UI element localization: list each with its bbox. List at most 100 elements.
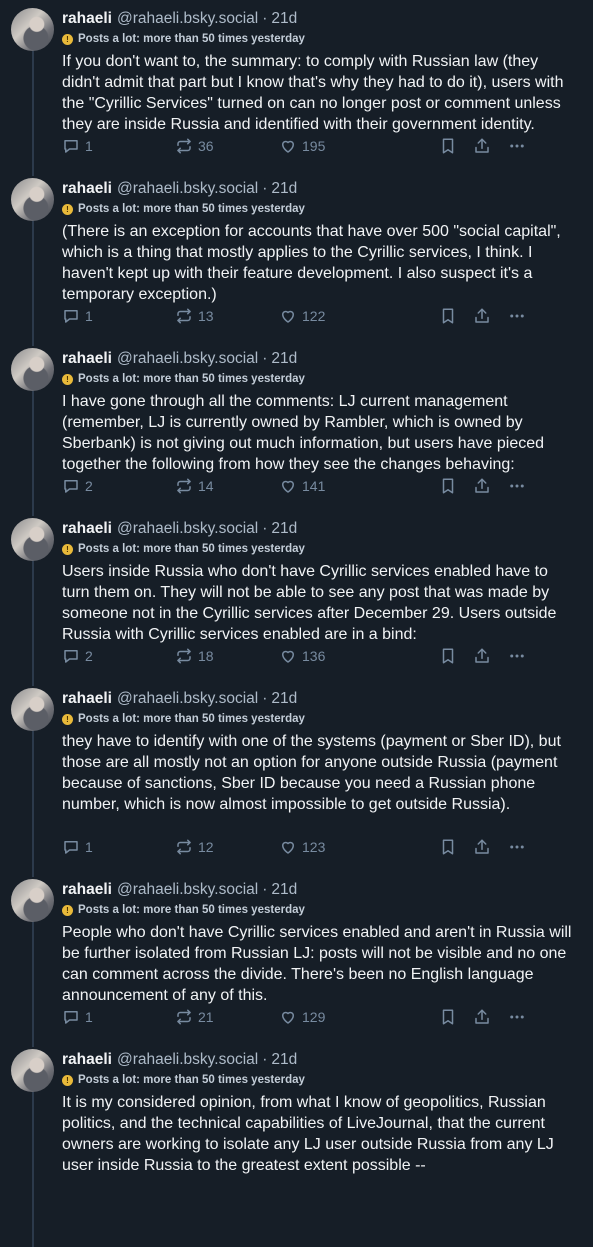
bookmark-button[interactable] (439, 137, 473, 155)
post-text: If you don't want to, the summary: to co… (62, 53, 564, 133)
like-button[interactable]: 123 (279, 838, 439, 856)
author-handle[interactable]: @rahaeli.bsky.social (117, 690, 258, 708)
separator-dot: · (262, 180, 268, 197)
thread-line (32, 728, 34, 877)
reply-button[interactable]: 2 (62, 477, 175, 495)
repost-button[interactable]: 14 (175, 477, 279, 495)
activity-badge-label: Posts a lot: more than 50 times yesterda… (78, 373, 305, 385)
author-name[interactable]: rahaeli (62, 881, 112, 899)
avatar[interactable] (11, 879, 54, 922)
separator-dot: · (262, 881, 268, 898)
post-age[interactable]: 21d (271, 1051, 297, 1069)
post-age[interactable]: 21d (271, 690, 297, 708)
thread-line (32, 1089, 34, 1247)
author-handle[interactable]: @rahaeli.bsky.social (117, 1051, 258, 1069)
thread-post[interactable]: rahaeli @rahaeli.bsky.social · 21d ! Pos… (0, 510, 593, 686)
post-age[interactable]: 21d (271, 520, 297, 538)
author-name[interactable]: rahaeli (62, 520, 112, 538)
more-options-button[interactable] (507, 1008, 527, 1026)
post-header: rahaeli @rahaeli.bsky.social · 21d (62, 1051, 577, 1073)
thread-post[interactable]: rahaeli @rahaeli.bsky.social · 21d ! Pos… (0, 340, 593, 516)
post-text: It is my considered opinion, from what I… (62, 1094, 554, 1174)
author-handle[interactable]: @rahaeli.bsky.social (117, 881, 258, 899)
like-count: 136 (302, 648, 326, 664)
like-button[interactable]: 122 (279, 307, 439, 325)
warning-icon: ! (62, 203, 73, 215)
avatar[interactable] (11, 1049, 54, 1092)
reply-button[interactable]: 2 (62, 647, 175, 665)
share-button[interactable] (473, 1008, 507, 1026)
share-button[interactable] (473, 838, 507, 856)
bookmark-button[interactable] (439, 307, 473, 325)
more-options-button[interactable] (507, 137, 527, 155)
author-name[interactable]: rahaeli (62, 350, 112, 368)
more-options-button[interactable] (507, 838, 527, 856)
bookmark-button[interactable] (439, 647, 473, 665)
avatar[interactable] (11, 178, 54, 221)
like-button[interactable]: 129 (279, 1008, 439, 1026)
repost-button[interactable]: 12 (175, 838, 279, 856)
post-age[interactable]: 21d (271, 180, 297, 198)
bookmark-button[interactable] (439, 838, 473, 856)
heart-icon (282, 1011, 294, 1024)
separator-dot: · (262, 350, 268, 367)
separator-dot: · (262, 690, 268, 707)
avatar[interactable] (11, 8, 54, 51)
avatar[interactable] (11, 348, 54, 391)
share-icon (475, 478, 489, 493)
thread-post[interactable]: rahaeli @rahaeli.bsky.social · 21d ! Pos… (0, 871, 593, 1047)
post-age[interactable]: 21d (271, 10, 297, 28)
avatar[interactable] (11, 518, 54, 561)
bookmark-icon (442, 138, 454, 154)
repost-button[interactable]: 13 (175, 307, 279, 325)
post-age[interactable]: 21d (271, 350, 297, 368)
author-handle[interactable]: @rahaeli.bsky.social (117, 180, 258, 198)
bookmark-button[interactable] (439, 477, 473, 495)
repost-button[interactable]: 18 (175, 647, 279, 665)
author-name[interactable]: rahaeli (62, 690, 112, 708)
ellipsis-icon (510, 1015, 524, 1019)
share-button[interactable] (473, 477, 507, 495)
avatar[interactable] (11, 688, 54, 731)
bookmark-icon (442, 478, 454, 494)
share-button[interactable] (473, 137, 507, 155)
author-handle[interactable]: @rahaeli.bsky.social (117, 520, 258, 538)
bookmark-button[interactable] (439, 1008, 473, 1026)
post-age[interactable]: 21d (271, 881, 297, 899)
share-button[interactable] (473, 647, 507, 665)
like-button[interactable]: 195 (279, 137, 439, 155)
heart-icon (282, 140, 294, 153)
repost-icon (177, 308, 191, 324)
repost-button[interactable]: 36 (175, 137, 279, 155)
author-handle[interactable]: @rahaeli.bsky.social (117, 10, 258, 28)
like-button[interactable]: 141 (279, 477, 439, 495)
author-handle[interactable]: @rahaeli.bsky.social (117, 350, 258, 368)
thread-post[interactable]: rahaeli @rahaeli.bsky.social · 21d ! Pos… (0, 0, 593, 176)
thread-post[interactable]: rahaeli @rahaeli.bsky.social · 21d ! Pos… (0, 680, 593, 877)
repost-count: 36 (198, 138, 214, 154)
author-name[interactable]: rahaeli (62, 1051, 112, 1069)
more-options-button[interactable] (507, 307, 527, 325)
reply-button[interactable]: 1 (62, 838, 175, 856)
repost-count: 21 (198, 1009, 214, 1025)
repost-count: 14 (198, 478, 214, 494)
like-button[interactable]: 136 (279, 647, 439, 665)
activity-badge: ! Posts a lot: more than 50 times yester… (62, 1072, 577, 1088)
thread-post[interactable]: rahaeli @rahaeli.bsky.social · 21d ! Pos… (0, 170, 593, 346)
reply-button[interactable]: 1 (62, 137, 175, 155)
more-options-button[interactable] (507, 647, 527, 665)
like-count: 195 (302, 138, 326, 154)
thread-post[interactable]: rahaeli @rahaeli.bsky.social · 21d ! Pos… (0, 1041, 593, 1247)
share-button[interactable] (473, 307, 507, 325)
more-options-button[interactable] (507, 477, 527, 495)
activity-badge: ! Posts a lot: more than 50 times yester… (62, 201, 577, 217)
post-header: rahaeli @rahaeli.bsky.social · 21d (62, 180, 577, 202)
post-text: Users inside Russia who don't have Cyril… (62, 563, 557, 643)
author-name[interactable]: rahaeli (62, 180, 112, 198)
repost-icon (177, 839, 191, 855)
reply-button[interactable]: 1 (62, 307, 175, 325)
reply-button[interactable]: 1 (62, 1008, 175, 1026)
repost-count: 12 (198, 839, 214, 855)
repost-button[interactable]: 21 (175, 1008, 279, 1026)
author-name[interactable]: rahaeli (62, 10, 112, 28)
